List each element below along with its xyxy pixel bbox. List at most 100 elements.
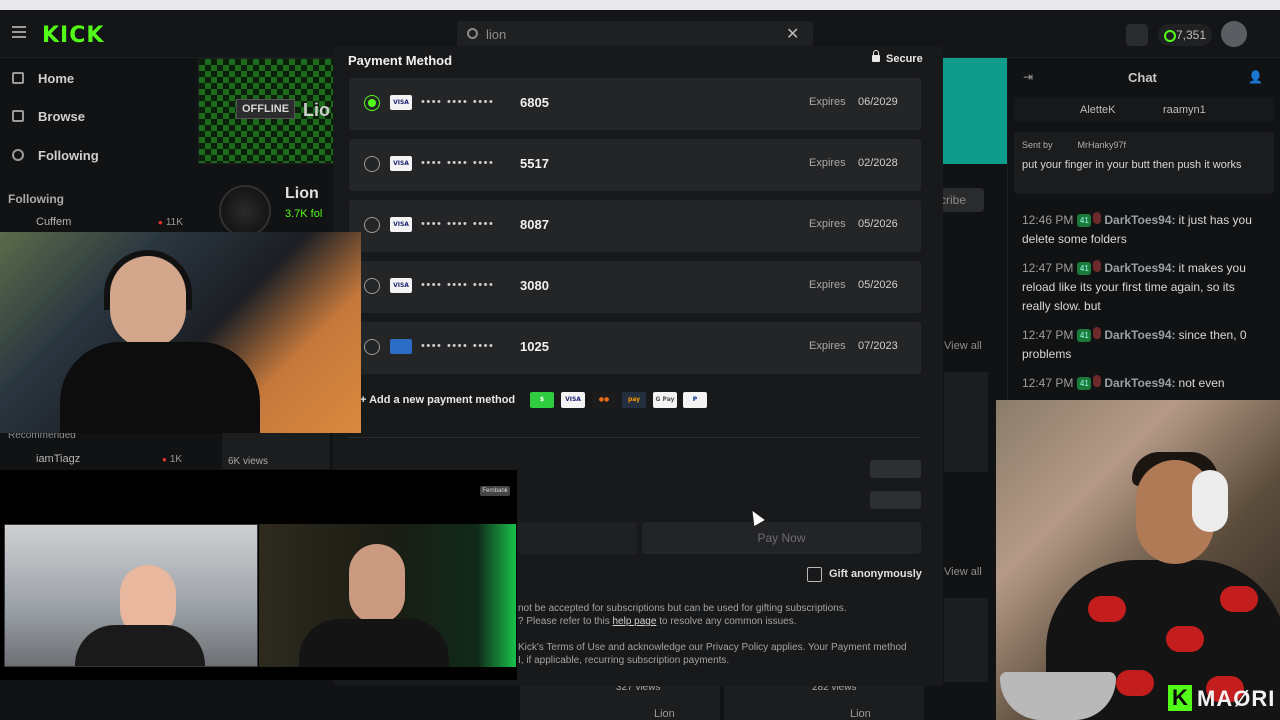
user-avatar[interactable] [1221,21,1247,47]
fine-print: ? Please refer to this help page to reso… [518,615,797,628]
modal-divider [349,437,921,438]
payment-card-row[interactable]: VISA •••• •••• •••• 6805 Expires 06/2029 [349,78,921,130]
payment-card-row[interactable]: •••• •••• •••• 1025 Expires 07/2023 [349,322,921,374]
collapse-chat-icon[interactable]: ⇥ [1023,70,1033,84]
gift-anonymously-label[interactable]: Gift anonymously [829,568,922,580]
chat-username[interactable]: DarkToes94: [1104,213,1175,227]
chat-username[interactable]: DarkToes94: [1104,376,1175,390]
camera-badge: Fernbank [480,486,510,496]
channel-avatar[interactable] [219,185,271,237]
price-placeholder [870,460,921,478]
banner-right [943,58,1007,164]
sidebar-channel[interactable]: Cuffem [36,216,71,228]
card-expires-label: Expires [809,279,846,291]
help-page-link[interactable]: help page [613,616,657,627]
card-number-mask: •••• •••• •••• [421,218,495,230]
person-head [349,544,405,624]
search-value[interactable]: lion [486,27,506,42]
card-radio[interactable] [364,217,380,233]
banner-channel-name: Lio [303,100,330,120]
card-last4: 8087 [520,217,549,232]
browse-icon [12,110,24,122]
headset-icon [104,250,192,310]
fine-print: not be accepted for subscriptions but ca… [518,603,847,614]
cloud-pattern [1220,586,1258,612]
chat-username[interactable]: DarkToes94: [1104,328,1175,342]
subscriber-badge-icon: 41 [1077,377,1092,390]
sidebar-item-following[interactable]: Following [12,148,99,163]
paypal-icon: P [683,392,707,408]
subscriber-badge-icon: 41 [1077,329,1092,342]
kick-logo[interactable]: KICK [42,23,104,48]
cloud-pattern [1166,626,1204,652]
card-radio[interactable] [364,339,380,355]
video-thumbnail[interactable] [944,372,988,472]
webcam-overlay-3 [996,400,1280,720]
chat-message: 12:47 PM 41 DarkToes94: it makes you reload… [1022,259,1262,316]
chat-time: 12:47 PM [1022,261,1074,275]
cancel-button[interactable] [517,522,637,554]
card-icon [390,339,412,354]
chat-text: not even [1178,376,1225,390]
visa-icon: VISA [390,278,412,293]
clear-search-icon[interactable]: ✕ [786,24,799,44]
card-radio[interactable] [364,95,380,111]
chat-users-icon[interactable]: 👤 [1248,70,1263,84]
card-number-mask: •••• •••• •••• [421,340,495,352]
webcam-feed-a [4,524,258,667]
badge-icon [1093,327,1102,339]
payment-card-row[interactable]: VISA •••• •••• •••• 3080 Expires 05/2026 [349,261,921,313]
person-body [75,625,205,666]
cloud-pattern [1116,670,1154,696]
points-badge[interactable]: 7,351 [1158,24,1212,46]
library-icon[interactable] [1126,24,1148,46]
sidebar-item-browse[interactable]: Browse [12,109,85,124]
card-radio[interactable] [364,156,380,172]
chat-time: 12:47 PM [1022,328,1074,342]
video-channel-name: Lion [654,708,675,720]
gifter-name[interactable]: raamyn1 [1163,104,1206,116]
heart-icon [12,149,24,161]
gifter-name[interactable]: AletteK [1080,104,1115,116]
card-expiry: 07/2023 [858,340,898,352]
kick-k-logo-icon: K [1168,685,1192,711]
search-icon [467,28,478,39]
sidebar-item-home[interactable]: Home [12,71,74,86]
secure-text: Secure [886,53,923,65]
video-thumbnail[interactable] [944,598,988,682]
price-placeholder [870,491,921,509]
card-expiry: 02/2028 [858,157,898,169]
gift-anonymously-checkbox[interactable] [807,567,822,582]
card-number-mask: •••• •••• •••• [421,279,495,291]
chat-title: Chat [1128,70,1157,85]
card-last4: 6805 [520,95,549,110]
card-last4: 1025 [520,339,549,354]
sidebar-channel[interactable]: iamTiagz [36,453,80,465]
add-payment-method-button[interactable]: + Add a new payment method [360,394,515,406]
card-expires-label: Expires [809,157,846,169]
payment-card-row[interactable]: VISA •••• •••• •••• 5517 Expires 02/2028 [349,139,921,191]
search-input[interactable] [457,21,813,49]
view-all-link[interactable]: View all [944,340,982,352]
menu-icon[interactable] [12,26,26,38]
fine-print: I, if applicable, recurring subscription… [518,655,730,666]
visa-icon: VISA [390,156,412,171]
channel-name: Cuffem [36,216,72,228]
chat-username[interactable]: DarkToes94: [1104,261,1175,275]
fine-print-text: ? Please refer to this [518,616,613,627]
modal-title: Payment Method [348,53,453,68]
card-radio[interactable] [364,278,380,294]
pay-now-button[interactable]: Pay Now [642,522,921,554]
fine-print-text: to resolve any common issues. [656,616,797,627]
subscribe-button[interactable]: cribe [940,188,984,212]
view-all-link[interactable]: View all [944,566,982,578]
payment-card-row[interactable]: VISA •••• •••• •••• 8087 Expires 05/2026 [349,200,921,252]
sidebar-item-label: Browse [38,109,85,124]
subscriber-badge-icon: 41 [1077,214,1092,227]
pinned-message-text: put your finger in your butt then push i… [1022,159,1242,171]
badge-icon [1093,212,1102,224]
sidebar-item-label: Home [38,71,75,86]
mastercard-icon: ●● [592,392,616,408]
person-body [60,342,260,433]
card-last4: 3080 [520,278,549,293]
